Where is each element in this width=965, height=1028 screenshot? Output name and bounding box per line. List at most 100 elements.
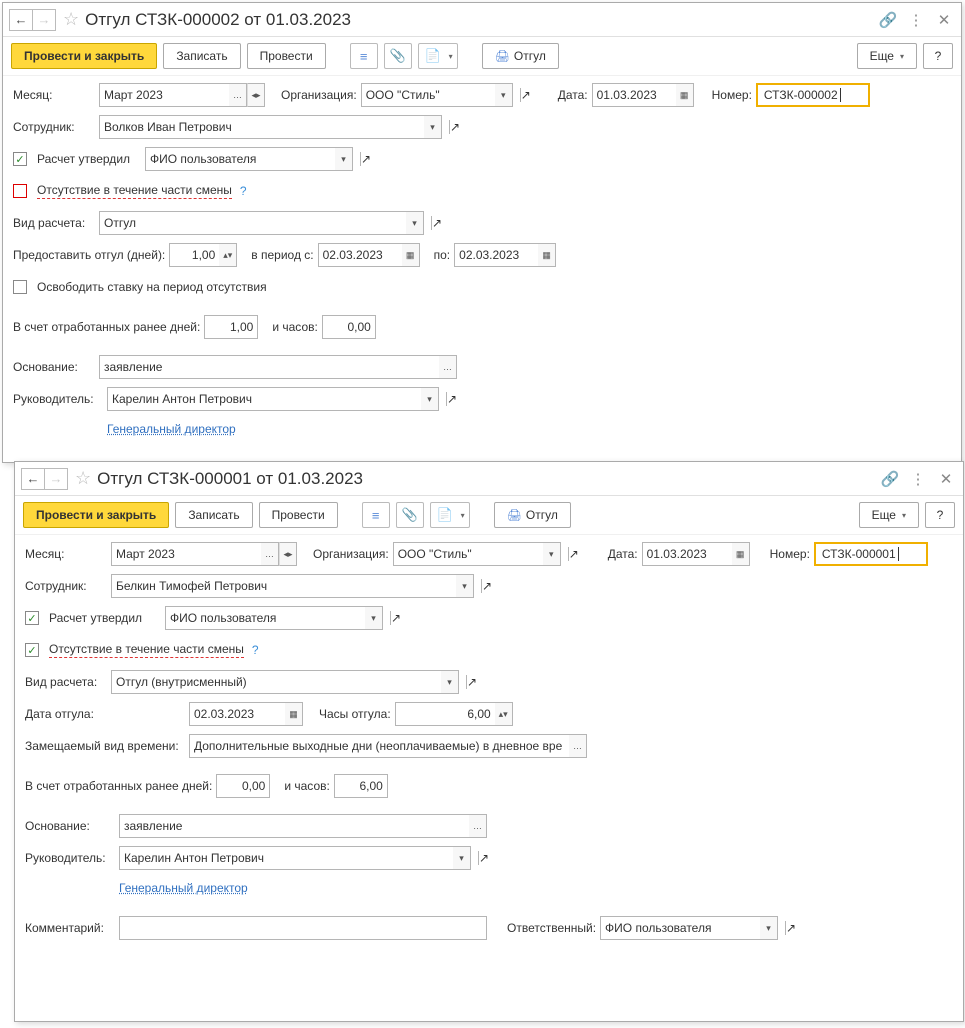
nav-forward-button[interactable]: → (32, 9, 56, 31)
close-icon[interactable]: ✕ (933, 11, 955, 29)
month-input[interactable]: Март 2023 … ◂▸ (99, 83, 265, 107)
dropdown-icon[interactable]: ▾ (335, 147, 353, 171)
dropdown-icon[interactable]: ▾ (543, 542, 561, 566)
help-icon[interactable]: ? (252, 643, 259, 657)
link-icon[interactable]: 🔗 (877, 11, 899, 29)
date-input[interactable]: 01.03.2023 ▦ (592, 83, 694, 107)
approved-checkbox[interactable]: ✓ (25, 611, 39, 625)
partial-shift-checkbox[interactable] (13, 184, 27, 198)
dropdown-icon[interactable]: ▾ (495, 83, 513, 107)
post-and-close-button[interactable]: Провести и закрыть (23, 502, 169, 528)
print-button[interactable]: 🖨Отгул (494, 502, 571, 528)
ellipsis-icon[interactable]: … (229, 83, 247, 107)
kebab-menu-icon[interactable]: ⋮ (907, 470, 929, 488)
open-icon[interactable]: ↗ (481, 579, 503, 593)
attachment-icon-button[interactable]: 📎 (384, 43, 412, 69)
leave-date-input[interactable]: 02.03.2023 ▦ (189, 702, 303, 726)
kebab-menu-icon[interactable]: ⋮ (905, 11, 927, 29)
org-input[interactable]: ООО "Стиль" ▾ (393, 542, 561, 566)
help-button[interactable]: ? (923, 43, 953, 69)
dropdown-icon[interactable]: ▾ (365, 606, 383, 630)
employee-input[interactable]: Волков Иван Петрович ▾ (99, 115, 442, 139)
date-input[interactable]: 01.03.2023 ▦ (642, 542, 750, 566)
approver-input[interactable]: ФИО пользователя ▾ (145, 147, 353, 171)
dropdown-icon[interactable]: ▾ (424, 115, 442, 139)
post-and-close-button[interactable]: Провести и закрыть (11, 43, 157, 69)
attachment-icon-button[interactable]: 📎 (396, 502, 424, 528)
ellipsis-icon[interactable]: … (439, 355, 457, 379)
dropdown-icon[interactable]: ▾ (453, 846, 471, 870)
nav-forward-button[interactable]: → (44, 468, 68, 490)
open-icon[interactable]: ↗ (466, 675, 488, 689)
manager-position-link[interactable]: Генеральный директор (107, 422, 236, 436)
create-based-on-button[interactable]: 📄 (418, 43, 458, 69)
period-to-input[interactable]: 02.03.2023 ▦ (454, 243, 556, 267)
free-rate-checkbox[interactable] (13, 280, 27, 294)
write-button[interactable]: Записать (175, 502, 252, 528)
help-icon[interactable]: ? (240, 184, 247, 198)
ellipsis-icon[interactable]: … (261, 542, 279, 566)
list-icon-button[interactable]: ≡ (362, 502, 390, 528)
stepper-icon[interactable]: ▴▾ (495, 702, 513, 726)
more-button[interactable]: Еще (857, 43, 917, 69)
responsible-input[interactable]: ФИО пользователя ▾ (600, 916, 778, 940)
nav-back-button[interactable]: ← (9, 9, 33, 31)
dropdown-icon[interactable]: ▾ (406, 211, 424, 235)
replaced-time-input[interactable]: Дополнительные выходные дни (неоплачивае… (189, 734, 587, 758)
credit-days-input[interactable]: 1,00 (204, 315, 258, 339)
approved-checkbox[interactable]: ✓ (13, 152, 27, 166)
list-icon-button[interactable]: ≡ (350, 43, 378, 69)
favorite-star-icon[interactable]: ☆ (75, 468, 91, 489)
create-based-on-button[interactable]: 📄 (430, 502, 470, 528)
stepper-icon[interactable]: ◂▸ (247, 83, 265, 107)
calendar-icon[interactable]: ▦ (538, 243, 556, 267)
leave-hours-input[interactable]: 6,00 ▴▾ (395, 702, 513, 726)
dropdown-icon[interactable]: ▾ (456, 574, 474, 598)
employee-input[interactable]: Белкин Тимофей Петрович ▾ (111, 574, 474, 598)
open-icon[interactable]: ↗ (568, 547, 590, 561)
favorite-star-icon[interactable]: ☆ (63, 9, 79, 30)
stepper-icon[interactable]: ◂▸ (279, 542, 297, 566)
ellipsis-icon[interactable]: … (569, 734, 587, 758)
number-input[interactable]: СТЗК-000001 (814, 542, 928, 566)
dropdown-icon[interactable]: ▾ (441, 670, 459, 694)
calc-type-input[interactable]: Отгул ▾ (99, 211, 424, 235)
open-icon[interactable]: ↗ (431, 216, 453, 230)
dropdown-icon[interactable]: ▾ (421, 387, 439, 411)
close-icon[interactable]: ✕ (935, 470, 957, 488)
reason-input[interactable]: заявление … (119, 814, 487, 838)
org-input[interactable]: ООО "Стиль" ▾ (361, 83, 513, 107)
manager-input[interactable]: Карелин Антон Петрович ▾ (107, 387, 439, 411)
dropdown-icon[interactable]: ▾ (760, 916, 778, 940)
calc-type-input[interactable]: Отгул (внутрисменный) ▾ (111, 670, 459, 694)
write-button[interactable]: Записать (163, 43, 240, 69)
post-button[interactable]: Провести (259, 502, 338, 528)
number-input[interactable]: СТЗК-000002 (756, 83, 870, 107)
post-button[interactable]: Провести (247, 43, 326, 69)
month-input[interactable]: Март 2023 … ◂▸ (111, 542, 297, 566)
stepper-icon[interactable]: ▴▾ (219, 243, 237, 267)
open-icon[interactable]: ↗ (785, 921, 807, 935)
help-button[interactable]: ? (925, 502, 955, 528)
more-button[interactable]: Еще (859, 502, 919, 528)
open-icon[interactable]: ↗ (520, 88, 542, 102)
open-icon[interactable]: ↗ (478, 851, 500, 865)
credit-hours-input[interactable]: 6,00 (334, 774, 388, 798)
open-icon[interactable]: ↗ (449, 120, 471, 134)
credit-hours-input[interactable]: 0,00 (322, 315, 376, 339)
grant-days-input[interactable]: 1,00 ▴▾ (169, 243, 237, 267)
partial-shift-checkbox[interactable]: ✓ (25, 643, 39, 657)
approver-input[interactable]: ФИО пользователя ▾ (165, 606, 383, 630)
reason-input[interactable]: заявление … (99, 355, 457, 379)
nav-back-button[interactable]: ← (21, 468, 45, 490)
manager-input[interactable]: Карелин Антон Петрович ▾ (119, 846, 471, 870)
open-icon[interactable]: ↗ (360, 152, 382, 166)
ellipsis-icon[interactable]: … (469, 814, 487, 838)
link-icon[interactable]: 🔗 (879, 470, 901, 488)
period-from-input[interactable]: 02.03.2023 ▦ (318, 243, 420, 267)
calendar-icon[interactable]: ▦ (402, 243, 420, 267)
print-button[interactable]: 🖨Отгул (482, 43, 559, 69)
calendar-icon[interactable]: ▦ (676, 83, 694, 107)
comment-input[interactable] (119, 916, 487, 940)
calendar-icon[interactable]: ▦ (285, 702, 303, 726)
